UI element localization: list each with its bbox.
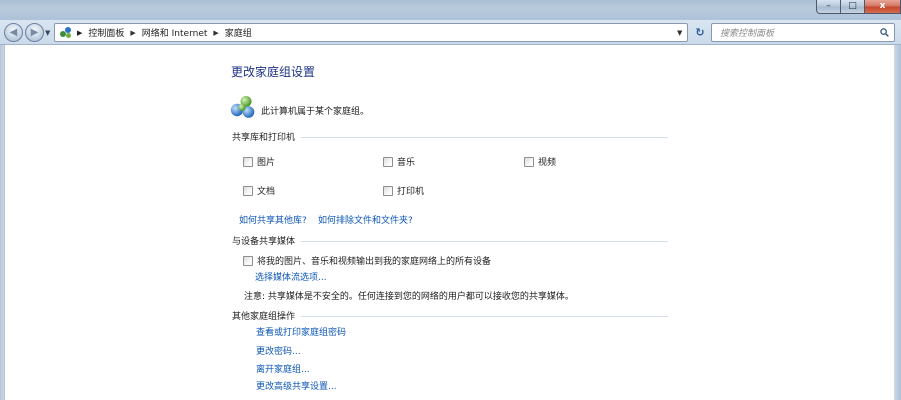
link-leave-homegroup[interactable]: 离开家庭组... xyxy=(256,362,310,375)
homegroup-status: 此计算机属于某个家庭组。 xyxy=(261,107,370,117)
checkbox-box[interactable] xyxy=(383,185,393,196)
checkbox-label: 图片 xyxy=(257,158,276,168)
checkbox-label: 视频 xyxy=(538,158,557,168)
breadcrumb-separator-icon[interactable]: ▶ xyxy=(130,29,135,37)
checkbox-printers[interactable]: 打印机 xyxy=(383,184,424,197)
checkbox-music[interactable]: 音乐 xyxy=(383,155,415,168)
section-heading-libraries: 共享库和打印机 xyxy=(232,130,668,143)
checkbox-label: 将我的图片、音乐和视频输出到我的家庭网络上的所有设备 xyxy=(257,257,492,267)
control-panel-icon xyxy=(59,26,72,39)
link-exclude-files-folders[interactable]: 如何排除文件和文件夹? xyxy=(318,213,413,226)
breadcrumb-separator-icon[interactable]: ▶ xyxy=(213,29,218,37)
content-border xyxy=(4,45,5,400)
checkbox-box[interactable] xyxy=(383,156,393,167)
breadcrumb-network-internet[interactable]: 网络和 Internet xyxy=(142,26,208,39)
divider xyxy=(301,137,668,138)
back-button[interactable]: ◀ xyxy=(4,23,23,42)
checkbox-pictures[interactable]: 图片 xyxy=(243,155,275,168)
section-heading-other-actions: 其他家庭组操作 xyxy=(232,309,668,322)
divider xyxy=(301,241,668,242)
section-heading-media: 与设备共享媒体 xyxy=(232,234,668,247)
checkbox-box[interactable] xyxy=(524,156,534,167)
back-arrow-icon: ◀ xyxy=(9,27,18,38)
checkbox-box[interactable] xyxy=(243,156,253,167)
divider xyxy=(301,316,668,317)
address-bar[interactable]: ▶ 控制面板 ▶ 网络和 Internet ▶ 家庭组 xyxy=(54,23,688,42)
breadcrumb-control-panel[interactable]: 控制面板 xyxy=(88,26,124,39)
window-frame-right xyxy=(895,45,901,400)
forward-arrow-icon: ▶ xyxy=(30,27,39,38)
link-change-password[interactable]: 更改密码... xyxy=(256,344,301,357)
checkbox-box[interactable] xyxy=(243,185,253,196)
search-box[interactable]: 搜索控制面板 xyxy=(711,23,895,42)
media-security-note: 注意: 共享媒体是不安全的。任何连接到您的网络的用户都可以接收您的共享媒体。 xyxy=(244,292,574,302)
breadcrumb-homegroup[interactable]: 家庭组 xyxy=(225,26,252,39)
section-title: 其他家庭组操作 xyxy=(232,312,296,322)
address-dropdown-icon[interactable]: ▼ xyxy=(677,29,682,37)
section-title: 共享库和打印机 xyxy=(232,133,296,143)
maximize-button[interactable]: □ xyxy=(841,0,865,14)
search-icon[interactable] xyxy=(880,28,889,37)
checkbox-stream-media[interactable]: 将我的图片、音乐和视频输出到我的家庭网络上的所有设备 xyxy=(243,254,491,267)
checkbox-box[interactable] xyxy=(243,255,253,266)
section-title: 与设备共享媒体 xyxy=(232,237,296,247)
checkbox-label: 文档 xyxy=(257,187,276,197)
search-placeholder: 搜索控制面板 xyxy=(720,29,775,39)
link-share-other-libraries[interactable]: 如何共享其他库? xyxy=(239,213,307,226)
checkbox-videos[interactable]: 视频 xyxy=(524,155,556,168)
link-advanced-sharing[interactable]: 更改高级共享设置... xyxy=(256,379,337,392)
recent-pages-dropdown[interactable]: ▼ xyxy=(45,29,50,37)
link-view-print-password[interactable]: 查看或打印家庭组密码 xyxy=(256,325,346,338)
refresh-icon: ↻ xyxy=(695,26,705,39)
refresh-button[interactable]: ↻ xyxy=(691,23,709,42)
checkbox-label: 音乐 xyxy=(397,158,416,168)
forward-button[interactable]: ▶ xyxy=(25,23,44,42)
checkbox-documents[interactable]: 文档 xyxy=(243,184,275,197)
breadcrumb-separator-icon[interactable]: ▶ xyxy=(77,29,82,37)
page-title: 更改家庭组设置 xyxy=(231,65,316,79)
homegroup-icon xyxy=(230,96,255,118)
title-bar: – □ x xyxy=(0,0,901,20)
checkbox-label: 打印机 xyxy=(397,187,425,197)
close-button[interactable]: x xyxy=(865,0,901,14)
link-media-streaming-options[interactable]: 选择媒体流选项... xyxy=(255,270,327,283)
caption-buttons: – □ x xyxy=(816,0,901,14)
minimize-button[interactable]: – xyxy=(816,0,841,14)
navigation-bar: ◀ ▶ ▼ ▶ 控制面板 ▶ 网络和 Internet ▶ 家庭组 ▼ ↻ 搜索… xyxy=(0,20,901,45)
